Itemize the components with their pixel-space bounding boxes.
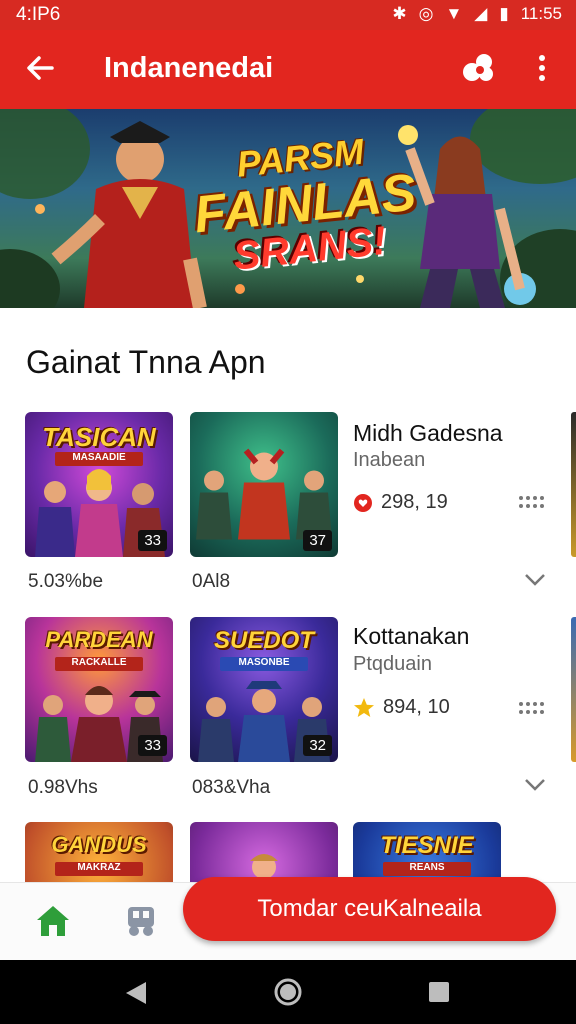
app-category: Ptqduain [353, 653, 432, 675]
card-badge: 33 [138, 530, 167, 551]
card-badge: 37 [303, 530, 332, 551]
game-card[interactable]: SUEDOT MASONBE 32 [190, 617, 338, 762]
card-artwork [250, 854, 278, 879]
nav-back-icon[interactable] [124, 980, 148, 1006]
card-title: SUEDOT [213, 627, 314, 654]
game-card[interactable]: TIESNIE REANS [353, 822, 501, 882]
app-row: PARDEAN RACKALLE 33 SUEDOT MASONBE 32 Ko… [0, 617, 576, 817]
card-title: PARDEAN [45, 627, 153, 652]
nav-recents-icon[interactable] [428, 981, 450, 1003]
status-time: 4:IP6 [16, 4, 61, 25]
star-icon [354, 697, 374, 717]
card-title: GANDUS [51, 832, 147, 857]
card-badge: 32 [303, 735, 332, 756]
primary-action-button[interactable]: Tomdar ceuKalneaila [183, 877, 556, 941]
game-card[interactable] [190, 822, 338, 882]
app-row: GANDUS MAKRAZ TIESNIE REANS [0, 822, 576, 882]
status-icons: ✱ ◎ ▼ ◢ ▮ 11:55 [392, 4, 562, 24]
card-subtitle: REANS [383, 862, 471, 876]
next-card-peek[interactable] [571, 412, 576, 557]
next-card-peek[interactable] [571, 617, 576, 762]
rating-value: 298, 19 [381, 491, 448, 513]
wifi-icon: ▼ [445, 4, 463, 23]
app-name[interactable]: Midh Gadesna [353, 420, 503, 447]
battery-icon: ▮ [499, 4, 509, 23]
app-row: TASICAN MASAADIE 33 37 Midh Gadesna Inab… [0, 412, 576, 612]
section-title: Gainat Tnna Apn [26, 344, 266, 380]
card-subtitle: MAKRAZ [55, 862, 143, 876]
more-vert-icon[interactable] [530, 50, 554, 86]
app-bar: Indanenedai [0, 30, 576, 109]
store-icon[interactable] [122, 903, 160, 939]
nav-home-icon[interactable] [274, 978, 302, 1006]
card-caption: 0Al8 [192, 571, 231, 592]
app-title: Indanenedai [104, 52, 274, 84]
card-badge: 33 [138, 735, 167, 756]
heart-badge-icon [354, 493, 372, 512]
card-caption: 5.03%be [28, 571, 104, 592]
card-title: TIESNIE [380, 832, 474, 859]
status-clock: 11:55 [520, 4, 562, 23]
hero-banner[interactable]: PARSM FAINLAS SRANS! [0, 109, 576, 308]
more-options-icon[interactable] [518, 495, 544, 509]
app-name[interactable]: Kottanakan [353, 623, 469, 650]
home-icon[interactable] [34, 903, 72, 939]
game-card[interactable]: 37 [190, 412, 338, 557]
card-title: TASICAN [42, 422, 156, 452]
chevron-down-icon[interactable] [524, 573, 546, 587]
app-rating: 894, 10 [353, 696, 450, 719]
game-card[interactable]: TASICAN MASAADIE 33 [25, 412, 173, 557]
game-card[interactable]: GANDUS MAKRAZ [25, 822, 173, 882]
chevron-down-icon[interactable] [524, 778, 546, 792]
signal-icon: ◢ [474, 4, 488, 23]
status-bar: 4:IP6 ✱ ◎ ▼ ◢ ▮ 11:55 [0, 0, 576, 30]
app-category: Inabean [353, 449, 426, 471]
more-options-icon[interactable] [518, 701, 544, 715]
card-caption: 083&Vha [192, 777, 271, 798]
system-navigation-bar [0, 960, 576, 1024]
share-icon[interactable] [458, 50, 498, 86]
app-rating: 298, 19 [353, 491, 448, 514]
banner-headline: PARSM FAINLAS SRANS! [174, 124, 436, 281]
alarm-icon: ◎ [418, 4, 434, 23]
rating-value: 894, 10 [383, 696, 450, 718]
bluetooth-icon: ✱ [392, 4, 407, 23]
card-caption: 0.98Vhs [28, 777, 98, 798]
back-arrow-icon[interactable] [22, 50, 58, 86]
game-card[interactable]: PARDEAN RACKALLE 33 [25, 617, 173, 762]
